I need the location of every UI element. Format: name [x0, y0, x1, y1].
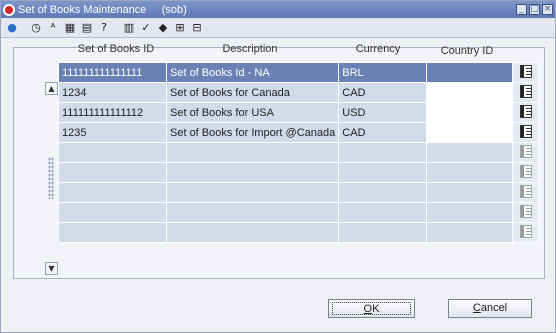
help-icon[interactable]: ?: [96, 20, 112, 36]
grid-icon[interactable]: ▥: [121, 20, 137, 36]
table-row[interactable]: 111111111111112 Set of Books for USA USD: [58, 102, 540, 123]
sob-id-cell[interactable]: 111111111111112: [58, 102, 167, 123]
table-row-empty[interactable]: [58, 182, 540, 203]
table-row[interactable]: 111111111111111 Set of Books Id - NA BRL: [58, 62, 540, 83]
globe-icon[interactable]: ●: [4, 20, 20, 36]
set-of-books-window: Set of Books Maintenance (sob) _ □ × ● ◷…: [0, 0, 556, 333]
list-of-values-icon[interactable]: [519, 84, 532, 98]
description-cell[interactable]: Set of Books for Import @Canada: [165, 122, 340, 143]
currency-cell[interactable]: BRL: [338, 62, 428, 83]
table-row-empty[interactable]: [58, 142, 540, 163]
list-of-values-icon: [519, 164, 532, 178]
list-of-values-icon: [519, 144, 532, 158]
table-row-empty[interactable]: [58, 202, 540, 223]
print-icon[interactable]: ▤: [79, 20, 95, 36]
list-of-values-icon: [519, 204, 532, 218]
description-cell[interactable]: Set of Books for USA: [165, 102, 340, 123]
tree2-icon[interactable]: ⊟: [189, 20, 205, 36]
ok-button[interactable]: OK: [328, 299, 415, 318]
table-row[interactable]: 1235 Set of Books for Import @Canada CAD: [58, 122, 540, 143]
column-header-country-id: Country ID: [440, 45, 494, 57]
close-button[interactable]: ×: [542, 4, 553, 15]
sob-id-cell[interactable]: 111111111111111: [58, 62, 167, 83]
scroll-grip[interactable]: [48, 157, 54, 199]
country-id-cell[interactable]: [426, 122, 514, 143]
list-of-values-icon[interactable]: [519, 104, 532, 118]
scroll-up-icon[interactable]: ▲: [45, 82, 58, 95]
country-id-cell[interactable]: [426, 62, 514, 83]
description-cell[interactable]: Set of Books Id - NA: [165, 62, 340, 83]
lov-button[interactable]: [512, 62, 540, 83]
column-header-description: Description: [222, 43, 278, 55]
check-icon[interactable]: ✓: [138, 20, 154, 36]
cancel-label: ancel: [480, 302, 508, 314]
scroll-down-icon[interactable]: ▼: [45, 262, 58, 275]
tree-icon[interactable]: ⊞: [172, 20, 188, 36]
ok-label: K: [372, 303, 380, 315]
oracle-logo-icon: [3, 3, 15, 16]
maximize-button[interactable]: □: [529, 4, 540, 15]
lov-button[interactable]: [512, 122, 540, 143]
minimize-button[interactable]: _: [516, 4, 527, 15]
spellcheck-icon[interactable]: ᴬ: [45, 20, 61, 36]
lov-button[interactable]: [512, 82, 540, 103]
sob-id-cell[interactable]: 1235: [58, 122, 167, 143]
table-row-empty[interactable]: [58, 222, 540, 243]
list-of-values-icon[interactable]: [519, 124, 532, 138]
folder-icon[interactable]: ◆: [155, 20, 171, 36]
currency-cell[interactable]: CAD: [338, 122, 428, 143]
column-header-sob-id: Set of Books ID: [77, 43, 155, 55]
column-header-currency: Currency: [355, 43, 401, 55]
vertical-scrollbar[interactable]: ▲ ▼: [45, 82, 58, 275]
country-id-cell[interactable]: [426, 102, 514, 123]
list-of-values-icon: [519, 184, 532, 198]
calendar-icon[interactable]: ▦: [62, 20, 78, 36]
list-of-values-icon: [519, 224, 532, 238]
list-of-values-icon[interactable]: [519, 64, 532, 78]
window-title: Set of Books Maintenance (sob): [18, 3, 187, 16]
ok-mnemonic: O: [363, 303, 373, 315]
clock-icon[interactable]: ◷: [28, 20, 44, 36]
cancel-button[interactable]: Cancel: [448, 299, 532, 318]
sob-id-cell[interactable]: 1234: [58, 82, 167, 103]
table-row[interactable]: 1234 Set of Books for Canada CAD: [58, 82, 540, 103]
country-id-cell[interactable]: [426, 82, 514, 103]
table-row-empty[interactable]: [58, 162, 540, 183]
description-cell[interactable]: Set of Books for Canada: [165, 82, 340, 103]
toolbar: ● ◷ ᴬ ▦ ▤ ? ▥ ✓ ◆ ⊞ ⊟: [1, 18, 555, 38]
cancel-mnemonic: C: [472, 302, 481, 314]
sob-table: 111111111111111 Set of Books Id - NA BRL…: [58, 62, 540, 243]
currency-cell[interactable]: CAD: [338, 82, 428, 103]
lov-button[interactable]: [512, 102, 540, 123]
currency-cell[interactable]: USD: [338, 102, 428, 123]
title-bar: Set of Books Maintenance (sob) _ □ ×: [1, 1, 555, 18]
